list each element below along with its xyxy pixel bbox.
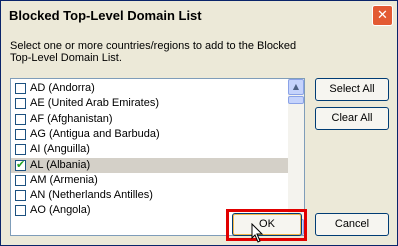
checkbox[interactable]: [15, 190, 26, 202]
list-item-label: AI (Anguilla): [30, 143, 90, 156]
list-item[interactable]: AE (United Arab Emirates): [11, 96, 289, 111]
list-item[interactable]: AN (Netherlands Antilles): [11, 188, 289, 203]
list-item-label: AG (Antigua and Barbuda): [30, 127, 160, 140]
chevron-up-icon: ▲: [292, 82, 300, 91]
list-item[interactable]: AG (Antigua and Barbuda): [11, 127, 289, 142]
checkbox[interactable]: [15, 174, 26, 186]
instruction-text: Select one or more countries/regions to …: [10, 40, 297, 64]
list-item[interactable]: AF (Afghanistan): [11, 112, 289, 127]
list-item-label: AM (Armenia): [30, 173, 98, 186]
close-button[interactable]: ✕: [372, 5, 393, 26]
list-item-label: AE (United Arab Emirates): [30, 97, 159, 110]
list-item[interactable]: AI (Anguilla): [11, 142, 289, 157]
checkbox[interactable]: [15, 98, 26, 110]
list-item[interactable]: AD (Andorra): [11, 81, 289, 96]
title-bar: Blocked Top-Level Domain List ✕: [1, 1, 397, 31]
checkbox[interactable]: [15, 144, 26, 156]
list-item-label: AD (Andorra): [30, 82, 95, 94]
dialog-title: Blocked Top-Level Domain List: [9, 8, 202, 23]
dialog-body: Select one or more countries/regions to …: [1, 31, 397, 245]
scroll-up-button[interactable]: ▲: [288, 79, 304, 95]
checkbox[interactable]: [15, 205, 26, 217]
cancel-button[interactable]: Cancel: [315, 213, 389, 236]
checkbox[interactable]: [15, 113, 26, 125]
checkbox[interactable]: [15, 128, 26, 140]
mouse-cursor-icon: [251, 223, 264, 243]
list-item-label: AN (Netherlands Antilles): [30, 189, 153, 202]
check-icon: ✔: [16, 157, 26, 171]
list-item[interactable]: ✔ AL (Albania): [11, 157, 289, 173]
list-item-label: AL (Albania): [30, 158, 91, 171]
select-all-button[interactable]: Select All: [315, 78, 389, 101]
close-icon: ✕: [377, 8, 388, 23]
clear-all-button[interactable]: Clear All: [315, 107, 389, 130]
ok-button[interactable]: OK: [232, 213, 302, 236]
list-item-label: AO (Angola): [30, 204, 91, 217]
scroll-thumb[interactable]: [288, 96, 304, 104]
list-item-label: AF (Afghanistan): [30, 112, 113, 125]
checkbox[interactable]: ✔: [15, 157, 26, 171]
list-item[interactable]: AM (Armenia): [11, 173, 289, 188]
checkbox[interactable]: [15, 83, 26, 94]
dialog-window: Blocked Top-Level Domain List ✕ Select o…: [0, 0, 398, 246]
